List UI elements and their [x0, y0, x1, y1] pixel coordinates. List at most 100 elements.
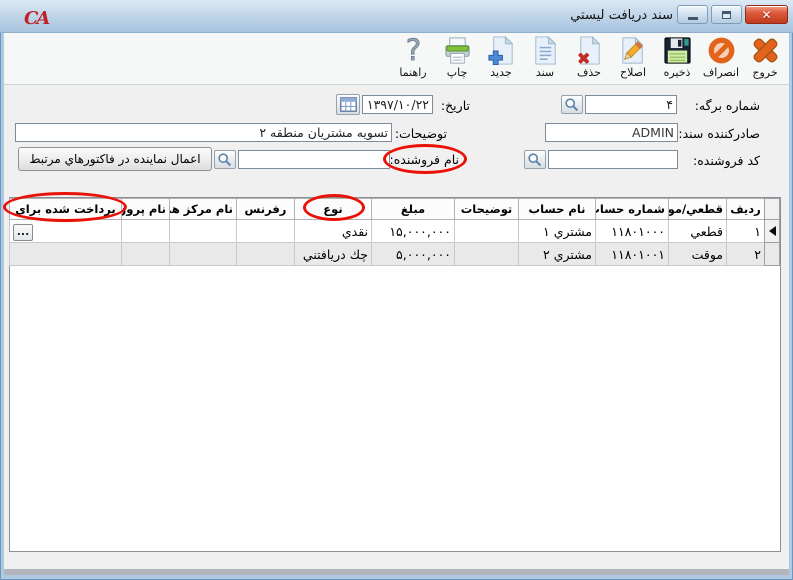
- search-icon: [218, 152, 232, 166]
- column-header-project[interactable]: نام پروژه: [121, 198, 170, 220]
- row-indicator-header: [764, 198, 780, 220]
- edit-button[interactable]: اصلاح: [612, 35, 654, 83]
- cell-cost-center[interactable]: [169, 242, 237, 266]
- sheet-no-search-button[interactable]: [561, 95, 583, 114]
- cell-project[interactable]: [121, 219, 170, 243]
- cancel-button[interactable]: انصراف: [700, 35, 742, 83]
- window-controls: ✕: [677, 5, 788, 24]
- delete-button[interactable]: حذف: [568, 35, 610, 83]
- column-header-reference[interactable]: رفرنس: [236, 198, 295, 220]
- toolbar-button-label: انصراف: [702, 66, 740, 79]
- description-input[interactable]: تسويه مشتريان منطقه ۲: [15, 123, 392, 142]
- toolbar-buttons: خروج انصراف ذخيره اصلاح حذف سند جديد چاپ…: [392, 35, 786, 83]
- lines-table: رديف قطعي/موقت شماره حساب نام حساب توضيح…: [9, 198, 780, 266]
- cell-status[interactable]: قطعي: [668, 219, 727, 243]
- seller-name-search-button[interactable]: [214, 150, 236, 169]
- column-header-status[interactable]: قطعي/موقت: [668, 198, 727, 220]
- column-header-account-no[interactable]: شماره حساب: [595, 198, 669, 220]
- minimize-button[interactable]: [677, 5, 708, 24]
- seller-name-input[interactable]: [238, 150, 390, 169]
- svg-text:?: ?: [405, 35, 420, 66]
- grid-header-row: رديف قطعي/موقت شماره حساب نام حساب توضيح…: [9, 198, 780, 220]
- toolbar-button-label: خروج: [752, 66, 778, 79]
- date-input[interactable]: ۱۳۹۷/۱۰/۲۲: [362, 95, 433, 114]
- cell-type[interactable]: چك دريافتني: [294, 242, 372, 266]
- help-button[interactable]: ? راهنما: [392, 35, 434, 83]
- toolbar-button-label: ذخيره: [663, 66, 691, 79]
- cell-radif[interactable]: ۱: [726, 219, 765, 243]
- date-picker-button[interactable]: [336, 94, 360, 115]
- cell-type[interactable]: نقدي: [294, 219, 372, 243]
- row-indicator: [764, 242, 780, 266]
- cell-amount[interactable]: ۵,۰۰۰,۰۰۰: [371, 242, 455, 266]
- search-icon: [565, 97, 579, 111]
- document-icon: [534, 35, 556, 65]
- toolbar-button-label: جديد: [490, 66, 512, 79]
- paid-for-ellipsis-button[interactable]: ...: [13, 223, 33, 241]
- cell-description[interactable]: [454, 219, 519, 243]
- column-header-account-name[interactable]: نام حساب: [518, 198, 596, 220]
- toolbar-button-label: چاپ: [446, 66, 468, 79]
- document-lines-grid[interactable]: رديف قطعي/موقت شماره حساب نام حساب توضيح…: [9, 197, 781, 552]
- issuer-label: صادركننده سند:: [678, 126, 760, 141]
- cell-project[interactable]: [121, 242, 170, 266]
- window-bottom-frame: [4, 569, 789, 575]
- save-button[interactable]: ذخيره: [656, 35, 698, 83]
- cell-reference[interactable]: [236, 242, 295, 266]
- cell-description[interactable]: [454, 242, 519, 266]
- cell-reference[interactable]: [236, 219, 295, 243]
- new-icon: [487, 35, 513, 66]
- toolbar-button-label: راهنما: [399, 66, 427, 79]
- search-icon: [528, 152, 542, 166]
- document-button[interactable]: سند: [524, 35, 566, 83]
- title-bar[interactable]: CA سند دريافت ليستي ✕: [0, 0, 793, 33]
- cell-account-no[interactable]: ۱۱۸۰۱۰۰۰: [595, 219, 669, 243]
- calendar-icon: [339, 97, 357, 112]
- maximize-icon: [722, 10, 731, 19]
- maximize-button[interactable]: [711, 5, 742, 24]
- column-header-cost-center[interactable]: نام مركز هزينه: [169, 198, 237, 220]
- cell-account-name[interactable]: مشتري ۲: [518, 242, 596, 266]
- apply-representative-button[interactable]: اعمال نماينده در فاكتورهاي مرتبط: [18, 147, 212, 171]
- app-window: CA سند دريافت ليستي ✕ خروج انصراف ذخيره …: [0, 0, 793, 580]
- cell-cost-center[interactable]: [169, 219, 237, 243]
- print-button[interactable]: چاپ: [436, 35, 478, 83]
- edit-icon: [621, 36, 643, 64]
- cell-paid-for[interactable]: ...: [9, 219, 122, 243]
- help-icon: ?: [405, 35, 421, 66]
- toolbar: خروج انصراف ذخيره اصلاح حذف سند جديد چاپ…: [4, 33, 789, 85]
- column-header-amount[interactable]: مبلغ: [371, 198, 455, 220]
- cell-account-name[interactable]: مشتري ۱: [518, 219, 596, 243]
- exit-icon: [753, 38, 777, 63]
- new-button[interactable]: جديد: [480, 35, 522, 83]
- table-row[interactable]: ۱ قطعي ۱۱۸۰۱۰۰۰ مشتري ۱ ۱۵,۰۰۰,۰۰۰ نقدي …: [9, 219, 780, 243]
- column-header-paid-for[interactable]: پرداخت شده براي: [9, 198, 122, 220]
- seller-code-search-button[interactable]: [524, 150, 546, 169]
- exit-button[interactable]: خروج: [744, 35, 786, 83]
- cell-radif[interactable]: ۲: [726, 242, 765, 266]
- app-logo: CA: [24, 8, 50, 29]
- cell-status[interactable]: موقت: [668, 242, 727, 266]
- row-pointer-icon: [768, 226, 776, 236]
- toolbar-button-label: حذف: [577, 66, 601, 79]
- issuer-input[interactable]: ADMIN: [545, 123, 678, 142]
- sheet-no-input[interactable]: ۴: [585, 95, 677, 114]
- seller-code-input[interactable]: [548, 150, 678, 169]
- cell-paid-for[interactable]: [9, 242, 122, 266]
- table-row[interactable]: ۲ موقت ۱۱۸۰۱۰۰۱ مشتري ۲ ۵,۰۰۰,۰۰۰ چك دري…: [9, 242, 780, 266]
- cell-amount[interactable]: ۱۵,۰۰۰,۰۰۰: [371, 219, 455, 243]
- toolbar-button-label: سند: [535, 66, 555, 79]
- column-header-type[interactable]: نوع: [294, 198, 372, 220]
- close-button[interactable]: ✕: [745, 5, 788, 24]
- window-title: سند دريافت ليستي: [570, 8, 673, 23]
- column-header-description[interactable]: توضيحات: [454, 198, 519, 220]
- print-icon: [444, 37, 470, 64]
- description-label: توضيحات:: [394, 126, 447, 141]
- cancel-icon: [708, 37, 734, 64]
- cell-account-no[interactable]: ۱۱۸۰۱۰۰۱: [595, 242, 669, 266]
- delete-icon: [577, 35, 600, 65]
- close-icon: ✕: [761, 7, 772, 22]
- date-label: تاريخ:: [440, 98, 470, 113]
- sheet-no-label: شماره برگه:: [694, 98, 760, 113]
- column-header-radif[interactable]: رديف: [726, 198, 765, 220]
